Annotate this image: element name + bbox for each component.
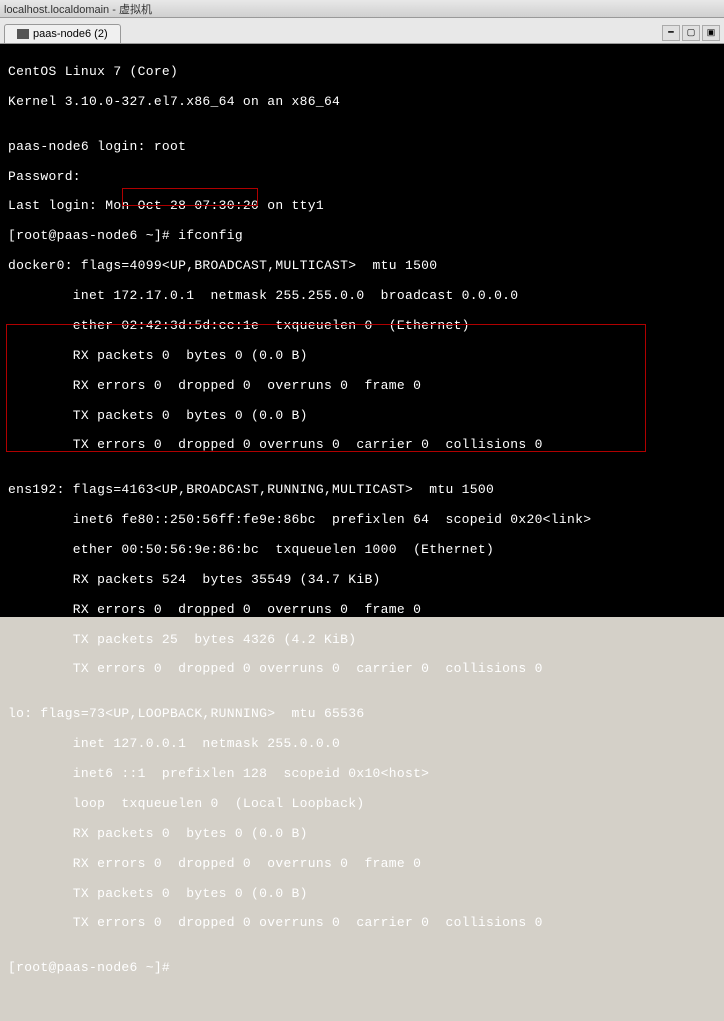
terminal-line: TX errors 0 dropped 0 overruns 0 carrier… xyxy=(8,916,716,931)
terminal-line: RX packets 524 bytes 35549 (34.7 KiB) xyxy=(8,573,716,588)
window-titlebar: localhost.localdomain - 虚拟机 xyxy=(0,0,724,18)
terminal-prompt: [root@paas-node6 ~]# xyxy=(8,961,716,976)
terminal-line: TX packets 0 bytes 0 (0.0 B) xyxy=(8,887,716,902)
terminal-line: TX packets 25 bytes 4326 (4.2 KiB) xyxy=(8,633,716,648)
terminal-line: CentOS Linux 7 (Core) xyxy=(8,65,716,80)
terminal-line: Last login: Mon Oct 28 07:30:20 on tty1 xyxy=(8,199,716,214)
terminal-line: [root@paas-node6 ~]# ifconfig xyxy=(8,229,716,244)
tab-label: paas-node6 (2) xyxy=(33,28,108,40)
maximize-button[interactable]: ▢ xyxy=(682,25,700,41)
terminal-line: Kernel 3.10.0-327.el7.x86_64 on an x86_6… xyxy=(8,95,716,110)
tab-bar: paas-node6 (2) ━ ▢ ▣ xyxy=(0,18,724,44)
terminal-line: docker0: flags=4099<UP,BROADCAST,MULTICA… xyxy=(8,259,716,274)
terminal-line: ens192: flags=4163<UP,BROADCAST,RUNNING,… xyxy=(8,483,716,498)
terminal-line: TX errors 0 dropped 0 overruns 0 carrier… xyxy=(8,438,716,453)
terminal-line: inet6 fe80::250:56ff:fe9e:86bc prefixlen… xyxy=(8,513,716,528)
terminal-line: inet 172.17.0.1 netmask 255.255.0.0 broa… xyxy=(8,289,716,304)
terminal-line: ether 02:42:3d:5d:cc:1e txqueuelen 0 (Et… xyxy=(8,319,716,334)
close-button[interactable]: ▣ xyxy=(702,25,720,41)
minimize-button[interactable]: ━ xyxy=(662,25,680,41)
window-title: localhost.localdomain - 虚拟机 xyxy=(4,1,152,17)
terminal-line: RX packets 0 bytes 0 (0.0 B) xyxy=(8,349,716,364)
terminal-line: TX errors 0 dropped 0 overruns 0 carrier… xyxy=(8,662,716,677)
terminal-output[interactable]: CentOS Linux 7 (Core) Kernel 3.10.0-327.… xyxy=(0,44,724,617)
terminal-line: ether 00:50:56:9e:86:bc txqueuelen 1000 … xyxy=(8,543,716,558)
terminal-line: Password: xyxy=(8,170,716,185)
terminal-icon xyxy=(17,29,29,39)
terminal-line: lo: flags=73<UP,LOOPBACK,RUNNING> mtu 65… xyxy=(8,707,716,722)
terminal-line: inet6 ::1 prefixlen 128 scopeid 0x10<hos… xyxy=(8,767,716,782)
terminal-line: RX errors 0 dropped 0 overruns 0 frame 0 xyxy=(8,603,716,618)
terminal-line: TX packets 0 bytes 0 (0.0 B) xyxy=(8,409,716,424)
terminal-line: RX packets 0 bytes 0 (0.0 B) xyxy=(8,827,716,842)
terminal-line: loop txqueuelen 0 (Local Loopback) xyxy=(8,797,716,812)
tab-paas-node6[interactable]: paas-node6 (2) xyxy=(4,24,121,43)
tab-controls: ━ ▢ ▣ xyxy=(662,25,724,43)
terminal-line: paas-node6 login: root xyxy=(8,140,716,155)
terminal-line: inet 127.0.0.1 netmask 255.0.0.0 xyxy=(8,737,716,752)
terminal-line: RX errors 0 dropped 0 overruns 0 frame 0 xyxy=(8,857,716,872)
terminal-line: RX errors 0 dropped 0 overruns 0 frame 0 xyxy=(8,379,716,394)
